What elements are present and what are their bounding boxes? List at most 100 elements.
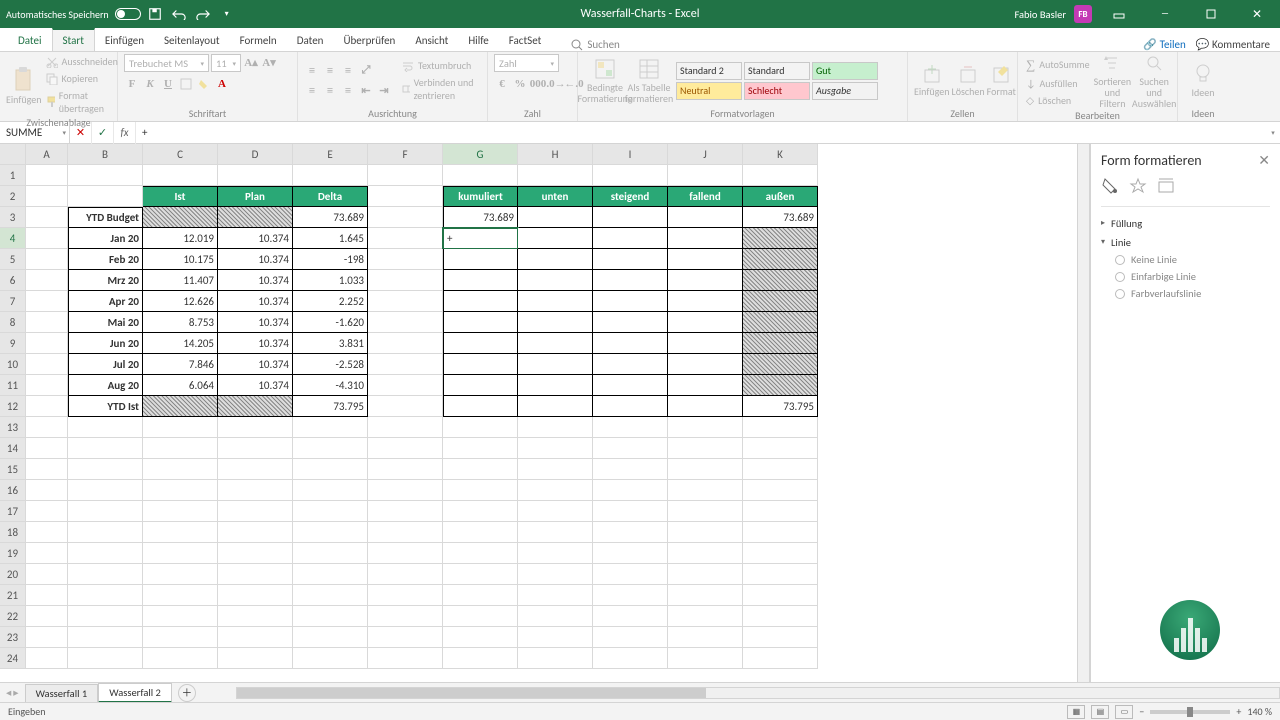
- clear-button[interactable]: ◇Löschen: [1024, 93, 1092, 108]
- row-header[interactable]: 16: [0, 480, 26, 501]
- cell[interactable]: 10.374: [218, 354, 293, 375]
- cell[interactable]: Apr 20: [68, 291, 143, 312]
- cell[interactable]: [218, 627, 293, 648]
- cell[interactable]: -1.620: [293, 312, 368, 333]
- cell[interactable]: [518, 585, 593, 606]
- align-bottom-icon[interactable]: ≡: [340, 63, 356, 79]
- cell[interactable]: [143, 501, 218, 522]
- cell[interactable]: [26, 207, 68, 228]
- cell[interactable]: [593, 291, 668, 312]
- cell[interactable]: [593, 648, 668, 669]
- horizontal-scrollbar[interactable]: [236, 687, 1280, 699]
- cell[interactable]: [368, 207, 443, 228]
- cell[interactable]: [68, 417, 143, 438]
- cell[interactable]: 10.374: [218, 375, 293, 396]
- style-ausgabe[interactable]: Ausgabe: [812, 82, 878, 100]
- cell[interactable]: 12.626: [143, 291, 218, 312]
- italic-button[interactable]: K: [142, 76, 158, 92]
- ideas-button[interactable]: Ideen: [1184, 63, 1222, 98]
- format-cells-button[interactable]: Format: [987, 64, 1016, 97]
- cell[interactable]: Mrz 20: [68, 270, 143, 291]
- cell[interactable]: [518, 207, 593, 228]
- cell[interactable]: [668, 564, 743, 585]
- line-option-none[interactable]: Keine Linie: [1101, 251, 1270, 268]
- cell[interactable]: [26, 354, 68, 375]
- delete-cells-button[interactable]: Löschen: [952, 64, 985, 97]
- fill-color-button[interactable]: [196, 76, 212, 92]
- cell[interactable]: [143, 606, 218, 627]
- merge-center-button[interactable]: Verbinden und zentrieren: [400, 75, 481, 103]
- cell[interactable]: [593, 543, 668, 564]
- zoom-slider[interactable]: [1150, 710, 1230, 714]
- minimize-icon[interactable]: ─: [1146, 0, 1184, 28]
- cell[interactable]: [26, 249, 68, 270]
- cell[interactable]: [26, 228, 68, 249]
- formula-expand-icon[interactable]: ▾: [1266, 128, 1280, 137]
- cell[interactable]: [26, 564, 68, 585]
- cell[interactable]: [143, 522, 218, 543]
- cell[interactable]: [443, 249, 518, 270]
- cell[interactable]: [518, 627, 593, 648]
- tell-me-search[interactable]: Suchen: [571, 38, 620, 51]
- cell[interactable]: 1.033: [293, 270, 368, 291]
- cell[interactable]: [518, 480, 593, 501]
- align-middle-icon[interactable]: ≡: [322, 63, 338, 79]
- cell[interactable]: [68, 543, 143, 564]
- cell[interactable]: [518, 354, 593, 375]
- cell[interactable]: Plan: [218, 186, 293, 207]
- cell[interactable]: [443, 375, 518, 396]
- cell[interactable]: steigend: [593, 186, 668, 207]
- column-header[interactable]: K: [743, 144, 818, 165]
- cell[interactable]: [443, 501, 518, 522]
- line-section-header[interactable]: Linie: [1101, 232, 1270, 251]
- effects-tab-icon[interactable]: [1129, 177, 1147, 198]
- cell[interactable]: [293, 165, 368, 186]
- tab-formeln[interactable]: Formeln: [230, 30, 287, 51]
- tab-start[interactable]: Start: [52, 28, 95, 51]
- cell[interactable]: 10.374: [218, 270, 293, 291]
- cell[interactable]: 8.753: [143, 312, 218, 333]
- cancel-formula-icon[interactable]: ✕: [70, 122, 92, 144]
- vertical-scrollbar[interactable]: [1077, 144, 1089, 682]
- row-header[interactable]: 11: [0, 375, 26, 396]
- cell[interactable]: [368, 438, 443, 459]
- cell[interactable]: [218, 648, 293, 669]
- cell[interactable]: Jan 20: [68, 228, 143, 249]
- cell[interactable]: [368, 543, 443, 564]
- cell[interactable]: [143, 207, 218, 228]
- cell[interactable]: [518, 417, 593, 438]
- bold-button[interactable]: F: [124, 76, 140, 92]
- cell[interactable]: [443, 627, 518, 648]
- cell[interactable]: [368, 270, 443, 291]
- cell[interactable]: [518, 249, 593, 270]
- cell[interactable]: [26, 375, 68, 396]
- row-header[interactable]: 6: [0, 270, 26, 291]
- cell[interactable]: [593, 165, 668, 186]
- cell[interactable]: Jul 20: [68, 354, 143, 375]
- cell[interactable]: [743, 417, 818, 438]
- zoom-level[interactable]: 140 %: [1247, 705, 1272, 718]
- column-header[interactable]: D: [218, 144, 293, 165]
- cell[interactable]: 10.374: [218, 291, 293, 312]
- cell[interactable]: [218, 501, 293, 522]
- style-schlecht[interactable]: Schlecht: [744, 82, 810, 100]
- cell[interactable]: [293, 564, 368, 585]
- cell[interactable]: [26, 543, 68, 564]
- cell[interactable]: [668, 396, 743, 417]
- tab-nav-next-icon[interactable]: ▸: [13, 686, 18, 699]
- row-header[interactable]: 3: [0, 207, 26, 228]
- row-header[interactable]: 14: [0, 438, 26, 459]
- cell[interactable]: [293, 522, 368, 543]
- cell[interactable]: [668, 438, 743, 459]
- cell[interactable]: [143, 564, 218, 585]
- cell[interactable]: [368, 228, 443, 249]
- cell[interactable]: [68, 606, 143, 627]
- cell[interactable]: [743, 291, 818, 312]
- cell[interactable]: 73.689: [743, 207, 818, 228]
- tab-ueberpruefen[interactable]: Überprüfen: [333, 30, 405, 51]
- cell[interactable]: [518, 501, 593, 522]
- cell[interactable]: [143, 585, 218, 606]
- cell[interactable]: 10.374: [218, 249, 293, 270]
- cell[interactable]: [26, 186, 68, 207]
- align-left-icon[interactable]: ≡: [304, 83, 320, 99]
